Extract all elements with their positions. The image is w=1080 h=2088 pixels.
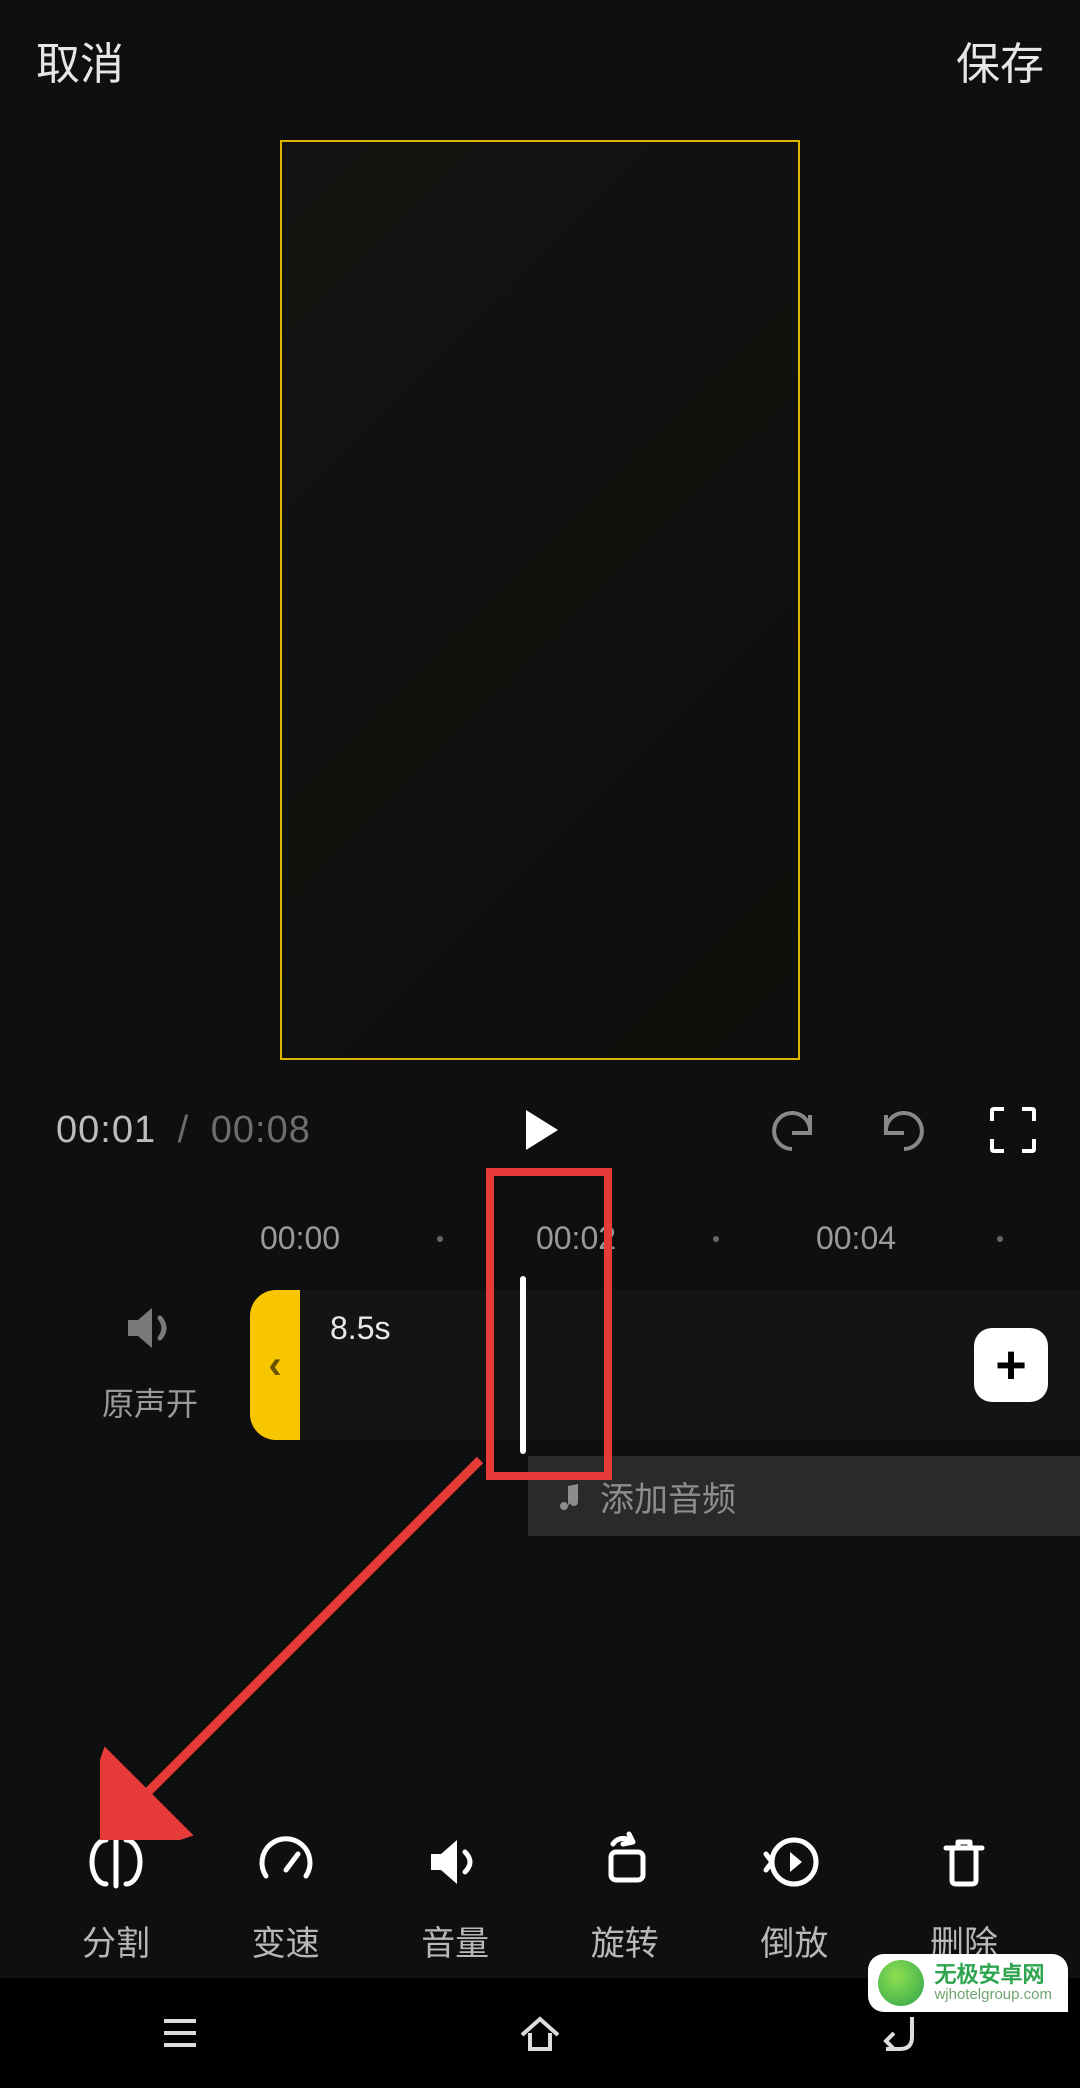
watermark-title: 无极安卓网	[934, 1963, 1052, 1987]
add-audio-label: 添加音频	[600, 1472, 736, 1521]
tool-label: 分割	[82, 1916, 150, 1965]
transport-right	[766, 1103, 1040, 1157]
nav-recent-button[interactable]	[152, 2005, 208, 2061]
video-preview[interactable]	[280, 140, 800, 1060]
reverse-icon	[762, 1830, 826, 1894]
transport-bar: 00:01 / 00:08	[0, 1080, 1080, 1180]
tool-label: 变速	[252, 1916, 320, 1965]
original-sound-label: 原声开	[90, 1379, 210, 1425]
top-bar: 取消 保存	[0, 0, 1080, 120]
time-display: 00:01 / 00:08	[56, 1109, 311, 1152]
play-icon	[516, 1106, 564, 1154]
nav-home-button[interactable]	[512, 2005, 568, 2061]
watermark-subtitle: wjhotelgroup.com	[934, 1987, 1052, 2004]
tool-label: 旋转	[591, 1916, 659, 1965]
ruler-tick: 00:04	[816, 1220, 896, 1257]
volume-icon	[423, 1830, 487, 1894]
speed-icon	[254, 1830, 318, 1894]
speaker-icon	[122, 1300, 178, 1356]
ruler-dot	[437, 1236, 443, 1242]
cancel-button[interactable]: 取消	[36, 28, 124, 92]
clip-duration-label: 8.5s	[330, 1310, 390, 1347]
video-clip[interactable]: ‹ 8.5s +	[250, 1290, 1080, 1440]
tool-label: 倒放	[760, 1916, 828, 1965]
fullscreen-button[interactable]	[986, 1103, 1040, 1157]
watermark-logo-icon	[878, 1960, 924, 2006]
original-sound-toggle[interactable]: 原声开	[90, 1300, 210, 1425]
annotation-arrow	[100, 1420, 520, 1840]
playhead[interactable]	[520, 1276, 526, 1454]
undo-button[interactable]	[766, 1103, 820, 1157]
site-watermark: 无极安卓网 wjhotelgroup.com	[868, 1954, 1068, 2012]
play-button[interactable]	[510, 1100, 570, 1160]
ruler-dot	[713, 1236, 719, 1242]
time-separator: /	[168, 1109, 200, 1151]
current-time: 00:01	[56, 1109, 156, 1151]
music-note-icon	[550, 1480, 582, 1512]
trash-icon	[932, 1830, 996, 1894]
split-icon	[84, 1830, 148, 1894]
clip-left-handle[interactable]: ‹	[250, 1290, 300, 1440]
tool-label: 音量	[421, 1916, 489, 1965]
nav-back-button[interactable]	[872, 2005, 928, 2061]
total-duration: 00:08	[211, 1109, 311, 1151]
ruler-dot	[997, 1236, 1003, 1242]
redo-button[interactable]	[876, 1103, 930, 1157]
rotate-icon	[593, 1830, 657, 1894]
ruler-tick: 00:00	[260, 1220, 340, 1257]
ruler-tick: 00:02	[536, 1220, 616, 1257]
timeline-ruler[interactable]: 00:00 00:02 00:04	[0, 1220, 1080, 1280]
add-clip-button[interactable]: +	[974, 1328, 1048, 1402]
save-button[interactable]: 保存	[956, 28, 1044, 92]
add-audio-button[interactable]: 添加音频	[528, 1456, 1080, 1536]
